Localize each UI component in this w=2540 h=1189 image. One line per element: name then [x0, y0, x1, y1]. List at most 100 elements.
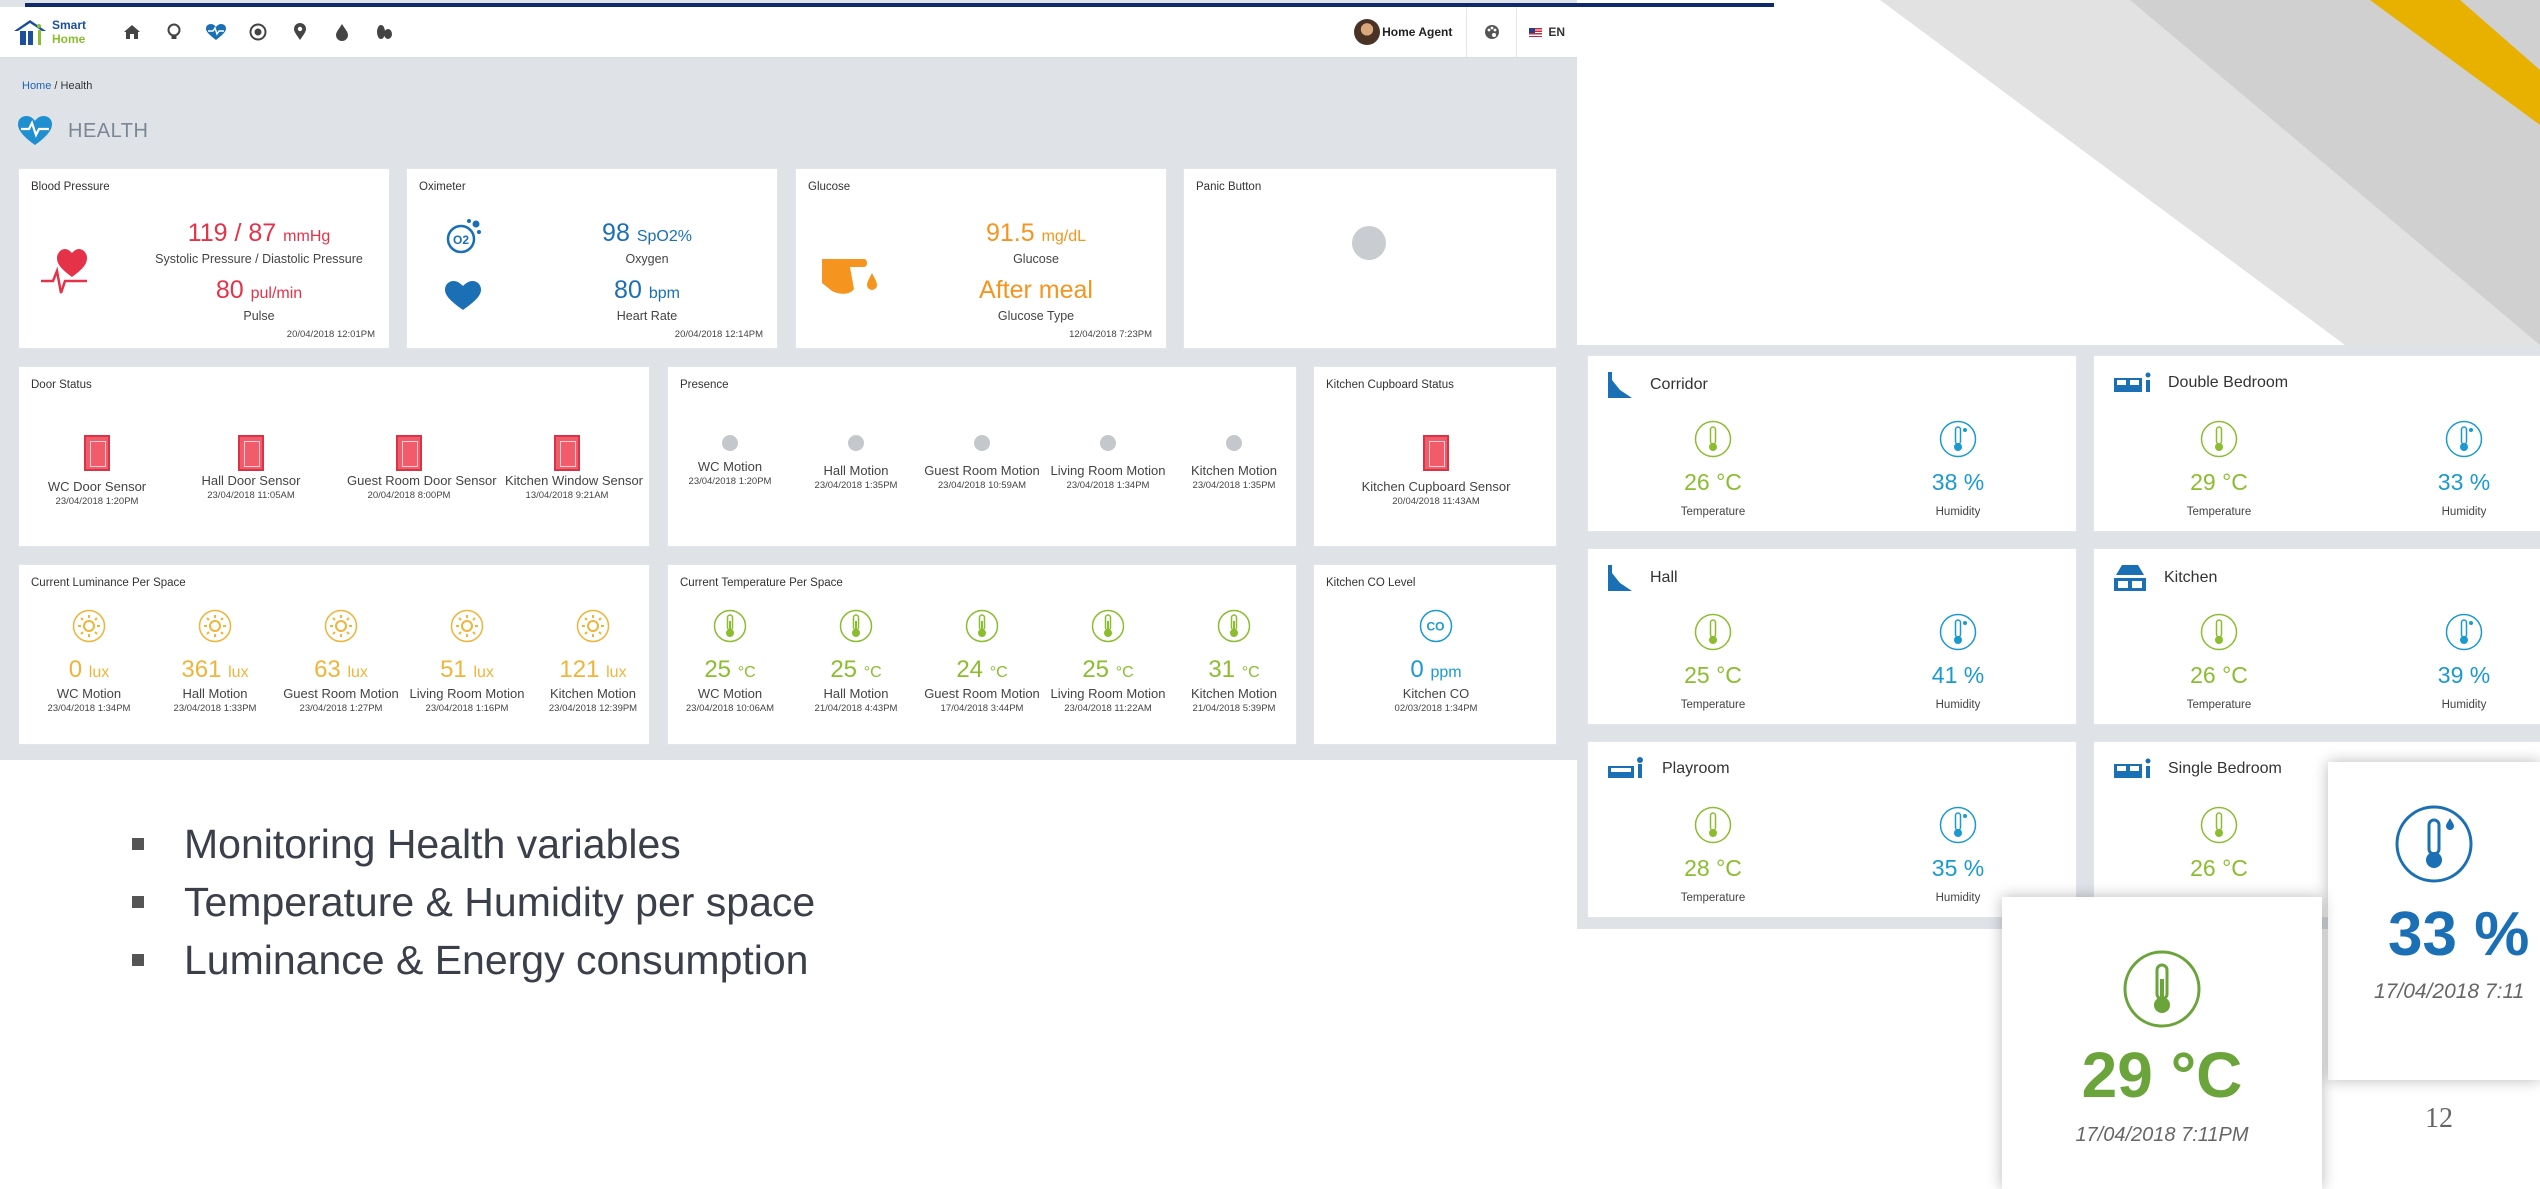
sensor-name: Kitchen Cupboard Sensor — [1361, 479, 1511, 494]
sensor-name: Hall Motion — [182, 686, 248, 701]
language-code: EN — [1548, 25, 1565, 39]
bullet-text: Luminance & Energy consumption — [184, 936, 809, 983]
temperature-metric: 25 °C Temperature — [1633, 613, 1793, 711]
slide: Smart Home Home Agent EN Home / Health H… — [0, 0, 2540, 1189]
house-logo-icon — [14, 20, 46, 45]
humidity-label: Humidity — [2441, 699, 2487, 711]
temperature-metric: 28 °C Temperature — [1633, 806, 1793, 904]
temperature-value: 29 °C — [2190, 469, 2248, 495]
card-title: Kitchen CO Level — [1326, 577, 1416, 589]
bp-unit: mmHg — [283, 228, 331, 245]
temperature-label: Temperature — [1680, 506, 1746, 518]
avatar — [1354, 19, 1381, 45]
room-name: Hall — [1650, 569, 1678, 586]
sensor-timestamp: 23/04/2018 1:27PM — [299, 703, 383, 714]
heart-pulse-icon — [18, 116, 52, 145]
oxygen-label: Oxygen — [625, 252, 669, 266]
luminance-card: Current Luminance Per Space 0 lux WC Mot… — [18, 564, 650, 745]
temperature-label: Temperature — [1680, 892, 1746, 904]
status-dot — [848, 435, 864, 451]
home-icon[interactable] — [122, 22, 142, 42]
thermometer-icon — [965, 609, 999, 643]
language-selector[interactable]: EN — [1517, 25, 1577, 39]
card-title: Current Temperature Per Space — [680, 577, 843, 589]
heart-rate-label: Heart Rate — [616, 309, 678, 323]
oxygen-unit: SpO2% — [636, 228, 692, 245]
sensor-timestamp: 23/04/2018 1:20PM — [55, 496, 139, 507]
thermometer-icon — [713, 609, 747, 643]
sensor-timestamp: 23/04/2018 1:35PM — [814, 480, 898, 491]
room-name: Single Bedroom — [2168, 760, 2282, 777]
temp-value: 25 — [1082, 656, 1110, 683]
sensor-timestamp: 13/04/2018 9:21AM — [525, 490, 609, 501]
luminance-sensor: 63 lux Guest Room Motion 23/04/2018 1:27… — [279, 609, 403, 714]
sensor-name: Guest Room Motion — [924, 686, 1040, 701]
user-menu[interactable]: Home Agent — [1340, 7, 1468, 57]
sensor-name: WC Motion — [56, 686, 122, 701]
room-card-kitchen[interactable]: Kitchen 26 °C Temperature 39 % Humidity — [2093, 548, 2540, 725]
lux-value: 0 — [68, 656, 83, 683]
bulb-icon[interactable] — [164, 22, 184, 42]
temperature-sensor: 31 °C Kitchen Motion 21/04/2018 5:39PM — [1172, 609, 1296, 714]
bp-value: 119 / 87 — [187, 219, 277, 247]
status-dot — [1226, 435, 1242, 451]
sensor-timestamp: 23/04/2018 1:34PM — [47, 703, 131, 714]
thermometer-icon — [1694, 420, 1732, 458]
energy-icon[interactable] — [248, 22, 268, 42]
zoom-temperature-value: 29 °C — [2081, 1039, 2243, 1111]
us-flag-icon — [1529, 27, 1543, 37]
palette-icon[interactable] — [1467, 7, 1518, 57]
humidity-icon — [1939, 420, 1977, 458]
presence-sensor: Guest Room Motion 23/04/2018 10:59AM — [920, 435, 1044, 491]
sensor-timestamp: 20/04/2018 11:43AM — [1392, 496, 1480, 507]
panic-button[interactable] — [1352, 226, 1386, 260]
bp-timestamp: 20/04/2018 12:01PM — [286, 329, 375, 340]
slide-page-number: 12 — [2425, 1103, 2453, 1134]
sensor-timestamp: 23/04/2018 11:22AM — [1064, 703, 1152, 714]
sensor-name: Living Room Motion — [1050, 463, 1166, 478]
oxygen-icon: O2 — [446, 219, 481, 254]
location-pin-icon[interactable] — [290, 22, 310, 42]
room-card-playroom[interactable]: Playroom 28 °C Temperature 35 % Humidity — [1587, 741, 2077, 918]
decorative-corner — [1880, 0, 2540, 345]
room-card-corridor[interactable]: Corridor 26 °C Temperature 38 % Humidity — [1587, 355, 2077, 532]
sun-icon — [198, 609, 232, 643]
co-value: 0 — [1410, 656, 1424, 683]
sensor-timestamp: 23/04/2018 1:34PM — [1066, 480, 1150, 491]
health-dashboard: Smart Home Home Agent EN Home / Health H… — [0, 0, 1577, 760]
breadcrumb-home-link[interactable]: Home — [22, 80, 51, 92]
room-name: Double Bedroom — [2168, 374, 2289, 391]
luminance-sensor: 121 lux Kitchen Motion 23/04/2018 12:39P… — [531, 609, 655, 714]
top-navbar: Smart Home Home Agent EN — [0, 7, 1577, 58]
temperature-value: 26 °C — [2190, 855, 2248, 881]
kitchen-icon — [2114, 565, 2146, 591]
co-sensor: CO 0 ppm Kitchen CO 02/03/2018 1:34PM — [1344, 609, 1528, 714]
sensor-name: Kitchen Motion — [550, 686, 636, 701]
humidity-icon — [2445, 420, 2483, 458]
card-title: Kitchen Cupboard Status — [1326, 379, 1454, 391]
room-card-double-bedroom[interactable]: Double Bedroom 29 °C Temperature 33 % Hu… — [2093, 355, 2540, 532]
glucose-label: Glucose — [1013, 252, 1059, 266]
humidity-value: 33 % — [2437, 469, 2491, 495]
room-card-hall[interactable]: Hall 25 °C Temperature 41 % Humidity — [1587, 548, 2077, 725]
zoom-temperature-card: 29 °C 17/04/2018 7:11PM — [2002, 897, 2322, 1189]
zoom-humidity-timestamp: 17/04/2018 7:11 — [2374, 980, 2525, 1003]
temperature-value: 26 °C — [1684, 469, 1742, 495]
presence-card: Presence WC Motion 23/04/2018 1:20PM Hal… — [667, 366, 1297, 547]
single-bed-icon — [2114, 758, 2151, 778]
bp-label: Systolic Pressure / Diastolic Pressure — [155, 252, 363, 266]
double-bed-icon — [2114, 372, 2151, 392]
heart-rate-value: 80 — [614, 276, 642, 304]
water-drop-icon[interactable] — [332, 22, 352, 42]
oxygen-value: 98 — [602, 219, 630, 247]
thermometer-icon — [2200, 806, 2238, 844]
humidity-icon — [1939, 806, 1977, 844]
heart-icon — [445, 281, 481, 310]
status-dot — [974, 435, 990, 451]
card-title: Current Luminance Per Space — [31, 577, 186, 589]
heart-pulse-icon[interactable] — [206, 22, 226, 42]
smart-home-logo[interactable]: Smart Home — [12, 18, 104, 46]
header-accent-line — [25, 3, 1774, 7]
leaf-icon[interactable] — [374, 22, 394, 42]
heart-rate-unit: bpm — [648, 285, 680, 302]
